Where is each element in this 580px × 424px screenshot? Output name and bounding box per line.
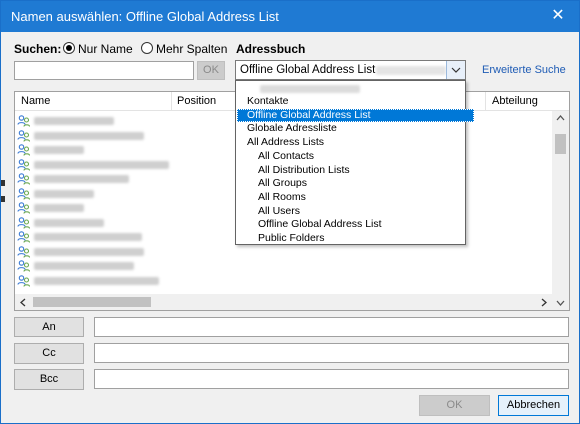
bcc-button[interactable]: Bcc <box>14 369 84 390</box>
radio-name-only[interactable] <box>63 42 75 54</box>
contact-icon <box>17 172 31 186</box>
dropdown-option[interactable]: All Address Lists <box>237 136 474 149</box>
contact-icon <box>17 230 31 244</box>
redacted-name <box>34 131 144 140</box>
close-button[interactable]: ✕ <box>543 3 573 29</box>
dropdown-option[interactable]: Offline Global Address List <box>237 108 474 122</box>
radio-more-columns[interactable] <box>141 42 153 54</box>
column-position[interactable]: Position <box>177 95 216 107</box>
contact-icon <box>17 187 31 201</box>
ok-button[interactable]: OK <box>419 395 490 416</box>
radio-more-columns-label[interactable]: Mehr Spalten <box>156 42 227 56</box>
column-department[interactable]: Abteilung <box>492 95 538 107</box>
title-bar: Namen auswählen: Offline Global Address … <box>1 1 579 32</box>
vertical-scrollbar[interactable] <box>552 111 569 310</box>
search-label: Suchen: <box>14 42 62 56</box>
redacted-name <box>34 218 104 227</box>
redacted-name <box>34 189 94 198</box>
contact-icon <box>17 114 31 128</box>
cc-button[interactable]: Cc <box>14 343 84 364</box>
contact-icon <box>17 201 31 215</box>
advanced-search-link[interactable]: Erweiterte Suche <box>482 64 566 76</box>
contact-icon <box>17 216 31 230</box>
contact-icon <box>17 259 31 273</box>
dropdown-redacted-line <box>260 85 360 93</box>
dropdown-option[interactable]: All Distribution Lists <box>237 164 485 177</box>
dialog-window: Namen auswählen: Offline Global Address … <box>0 0 580 424</box>
window-title: Namen auswählen: Offline Global Address … <box>11 9 279 24</box>
dropdown-option[interactable]: All Users <box>237 205 485 218</box>
horizontal-scroll-thumb[interactable] <box>33 297 151 307</box>
scroll-down-icon <box>556 300 565 306</box>
redacted-name <box>34 160 169 169</box>
list-item[interactable] <box>17 259 547 273</box>
to-field[interactable] <box>94 317 569 337</box>
contact-icon <box>17 274 31 288</box>
dropdown-option[interactable]: Kontakte <box>237 95 474 108</box>
vertical-scroll-thumb[interactable] <box>555 134 566 154</box>
cc-field[interactable] <box>94 343 569 363</box>
redacted-name <box>34 262 134 270</box>
redacted-name <box>34 233 142 241</box>
redacted-name <box>34 117 114 125</box>
redacted-name <box>34 146 84 154</box>
dropdown-option[interactable]: All Groups <box>237 177 485 190</box>
to-button[interactable]: An <box>14 317 84 337</box>
dropdown-option[interactable]: Globale Adressliste <box>237 122 474 135</box>
dropdown-option[interactable]: All Contacts <box>237 150 485 163</box>
addressbook-dropdown[interactable]: Kontakte Offline Global Address List Globa… <box>235 80 474 245</box>
list-item[interactable] <box>17 245 547 259</box>
redacted-name <box>34 276 159 285</box>
dropdown-option[interactable]: Offline Global Address List <box>237 218 485 231</box>
dropdown-option[interactable]: All Rooms <box>237 191 485 204</box>
addressbook-select[interactable]: Offline Global Address List - <box>235 60 466 80</box>
scroll-right-icon <box>541 298 547 307</box>
contact-icon <box>17 245 31 259</box>
list-item[interactable] <box>17 274 547 288</box>
scroll-up-icon <box>556 115 565 121</box>
contact-icon <box>17 143 31 157</box>
chevron-down-icon[interactable] <box>446 61 465 79</box>
search-input[interactable] <box>14 61 194 80</box>
redacted-name <box>34 247 144 256</box>
edge-marker <box>1 196 5 202</box>
radio-name-only-label[interactable]: Nur Name <box>78 42 133 56</box>
bcc-field[interactable] <box>94 369 569 389</box>
redacted-name <box>34 175 129 183</box>
contact-icon <box>17 158 31 172</box>
dropdown-option[interactable]: Public Folders <box>237 232 485 245</box>
addressbook-value: Offline Global Address List - <box>240 64 383 76</box>
horizontal-scrollbar[interactable] <box>15 294 552 310</box>
edge-marker <box>1 180 5 186</box>
column-name[interactable]: Name <box>21 95 50 107</box>
addressbook-label: Adressbuch <box>236 42 306 56</box>
cancel-button[interactable]: Abbrechen <box>498 395 569 416</box>
search-ok-button[interactable]: OK <box>197 61 225 80</box>
redacted-name <box>34 204 84 212</box>
scroll-left-icon <box>20 298 26 307</box>
addressbook-value-redacted <box>376 66 446 75</box>
contact-icon <box>17 129 31 143</box>
